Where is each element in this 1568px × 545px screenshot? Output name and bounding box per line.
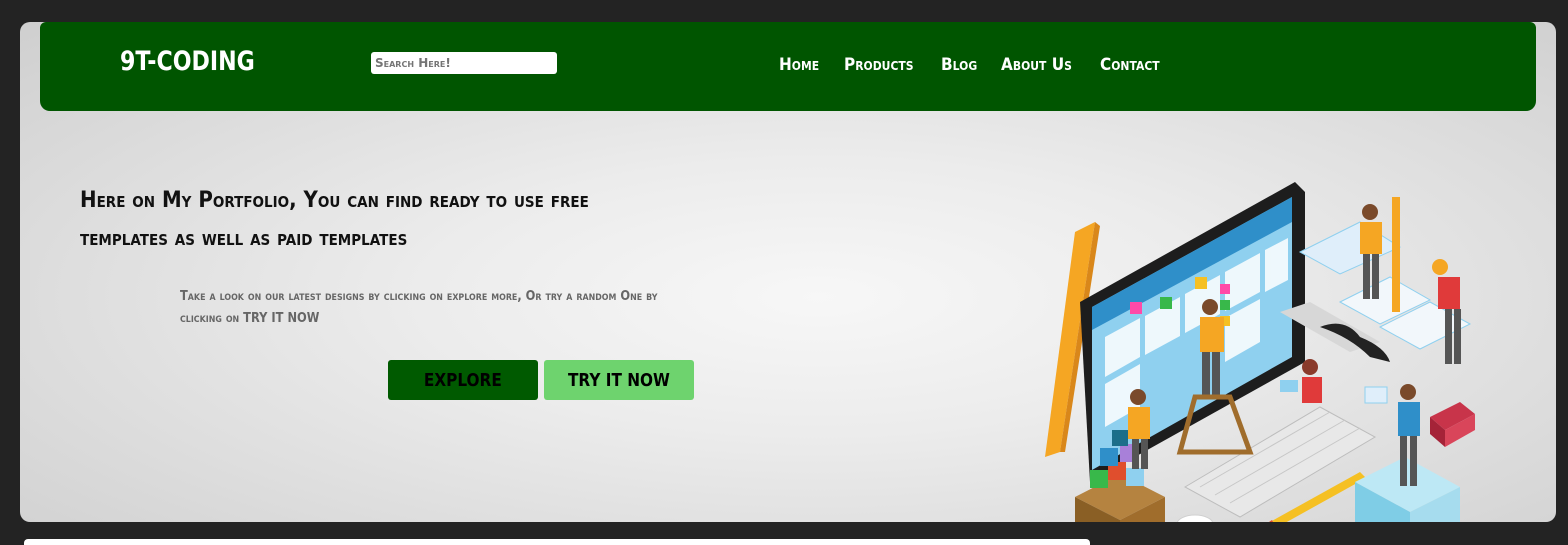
explore-button[interactable]: EXPLORE bbox=[388, 360, 538, 400]
web-design-team-illustration-icon bbox=[1045, 182, 1475, 522]
nav-about-us[interactable]: About Us bbox=[1001, 55, 1072, 75]
subtext-line-2: clicking on TRY IT NOW bbox=[180, 311, 320, 326]
try-it-now-button[interactable]: TRY IT NOW bbox=[544, 360, 694, 400]
nav-products[interactable]: Products bbox=[844, 55, 914, 75]
next-section-edge bbox=[24, 539, 1090, 545]
headline-line-1: Here on My Portfolio, You can find ready… bbox=[80, 188, 589, 213]
explore-button-label: EXPLORE bbox=[424, 369, 502, 391]
subtext-line-1: Take a look on our latest designs by cli… bbox=[180, 289, 658, 304]
nav-contact[interactable]: Contact bbox=[1100, 55, 1160, 75]
headline-line-2: templates as well as paid templates bbox=[80, 226, 408, 251]
site-logo[interactable]: 9T-CODING bbox=[120, 46, 255, 77]
hero-card: 9T-CODING Home Products Blog About Us Co… bbox=[20, 22, 1556, 522]
nav-home[interactable]: Home bbox=[779, 55, 819, 75]
main-nav: Home Products Blog About Us Contact bbox=[779, 55, 1186, 75]
nav-blog[interactable]: Blog bbox=[941, 55, 977, 75]
hero-subtext: Take a look on our latest designs by cli… bbox=[180, 286, 761, 330]
navbar: 9T-CODING Home Products Blog About Us Co… bbox=[40, 22, 1536, 111]
hero-headline: Here on My Portfolio, You can find ready… bbox=[80, 182, 656, 258]
try-it-now-button-label: TRY IT NOW bbox=[568, 369, 670, 391]
search-input[interactable] bbox=[371, 52, 557, 74]
